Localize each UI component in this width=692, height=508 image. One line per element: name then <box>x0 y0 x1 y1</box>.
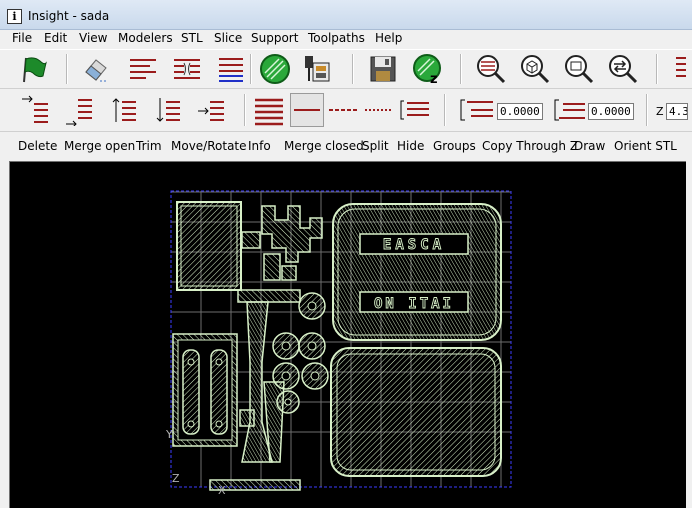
layer-toolbar: 0.0000 0.0000 Z 4.3 <box>0 90 692 132</box>
draw-button[interactable]: Draw <box>574 139 605 153</box>
thick-lines-icon[interactable] <box>252 93 286 127</box>
toolbar-separator <box>656 54 658 84</box>
move-rotate-button[interactable]: Move/Rotate <box>171 139 247 153</box>
dotted-line-icon[interactable] <box>362 93 396 127</box>
z-level-input[interactable]: 4.3 <box>666 103 688 120</box>
toolbar-separator <box>646 94 648 126</box>
menu-slice[interactable]: Slice <box>214 31 242 45</box>
arrow-right-middle-icon[interactable] <box>194 93 228 127</box>
arrow-right-bottom-icon[interactable] <box>62 93 96 127</box>
toolbar-separator <box>66 54 68 84</box>
dashed-line-icon[interactable] <box>326 93 360 127</box>
zoom-swap-icon[interactable] <box>606 52 640 86</box>
zoom-fit-icon[interactable] <box>562 52 596 86</box>
lines-split-icon[interactable] <box>170 52 204 86</box>
zoom-lines-icon[interactable] <box>474 52 508 86</box>
trim-button[interactable]: Trim <box>136 139 162 153</box>
menu-help[interactable]: Help <box>375 31 402 45</box>
toolbar-separator <box>244 94 246 126</box>
offset-top-icon <box>456 95 496 125</box>
menu-file[interactable]: File <box>12 31 32 45</box>
groups-button[interactable]: Groups <box>433 139 476 153</box>
window-frame-left <box>0 161 9 508</box>
eraser-icon[interactable] <box>78 52 112 86</box>
part-left-frame <box>172 333 238 447</box>
command-toolbar: Delete Merge open Trim Move/Rotate Info … <box>0 133 692 159</box>
single-line-icon[interactable] <box>290 93 324 127</box>
menu-modelers[interactable]: Modelers <box>118 31 173 45</box>
menu-view[interactable]: View <box>79 31 107 45</box>
offset-top-input[interactable]: 0.0000 <box>497 103 543 120</box>
arrow-down-icon[interactable] <box>150 93 184 127</box>
window-frame-right <box>686 161 692 508</box>
axis-y-label: Y <box>165 428 173 441</box>
axis-z-label: Z <box>172 472 180 485</box>
hide-button[interactable]: Hide <box>397 139 424 153</box>
lines-icon[interactable] <box>664 52 688 86</box>
part-top-right-panel: EASCA ON ITAI <box>332 203 502 341</box>
green-hatch-icon[interactable] <box>258 52 292 86</box>
toolbar-separator <box>444 94 446 126</box>
main-toolbar: z <box>0 49 692 89</box>
lines-icon[interactable] <box>126 52 160 86</box>
bracket-lines-icon[interactable] <box>398 93 432 127</box>
menu-bar: File Edit View Modelers STL Slice Suppor… <box>0 30 692 49</box>
part-center-brackets <box>237 205 323 303</box>
green-hatch-z-icon[interactable]: z <box>410 52 444 86</box>
z-label: Z <box>656 105 664 118</box>
toolbar-separator <box>460 54 462 84</box>
title-bar: i Insight - sada <box>0 0 692 30</box>
merge-closed-button[interactable]: Merge closed <box>284 139 364 153</box>
window-title: Insight - sada <box>28 9 110 23</box>
green-flag-icon[interactable] <box>16 52 50 86</box>
part-bottom-right-panel <box>330 347 502 477</box>
orient-stl-button[interactable]: Orient STL <box>614 139 677 153</box>
delete-button[interactable]: Delete <box>18 139 57 153</box>
part-center-pillar <box>239 301 285 463</box>
menu-edit[interactable]: Edit <box>44 31 67 45</box>
info-icon: i <box>7 9 22 24</box>
arrow-right-top-icon[interactable] <box>18 93 52 127</box>
machine-icon[interactable] <box>300 52 334 86</box>
part-label-top: EASCA <box>383 237 445 253</box>
svg-text:z: z <box>430 72 438 85</box>
arrow-up-icon[interactable] <box>106 93 140 127</box>
copy-through-z-button[interactable]: Copy Through Z <box>482 139 578 153</box>
part-left-panel <box>176 201 242 291</box>
lines-blue-icon[interactable] <box>214 52 248 86</box>
menu-toolpaths[interactable]: Toolpaths <box>308 31 365 45</box>
info-button[interactable]: Info <box>248 139 271 153</box>
split-button[interactable]: Split <box>362 139 389 153</box>
offset-bottom-input[interactable]: 0.0000 <box>588 103 634 120</box>
toolbar-separator <box>352 54 354 84</box>
menu-stl[interactable]: STL <box>181 31 203 45</box>
part-label-bottom: ON ITAI <box>374 296 454 312</box>
viewport-canvas[interactable]: EASCA ON ITAI Y Z X <box>10 162 686 508</box>
offset-bottom-icon <box>550 95 588 125</box>
toolpath-viewport[interactable]: EASCA ON ITAI Y Z X <box>9 161 686 508</box>
axis-x-label: X <box>218 484 226 497</box>
menu-support[interactable]: Support <box>251 31 298 45</box>
merge-open-button[interactable]: Merge open <box>64 139 135 153</box>
save-icon[interactable] <box>366 52 400 86</box>
toolbar-separator <box>250 54 252 84</box>
zoom-cube-icon[interactable] <box>518 52 552 86</box>
